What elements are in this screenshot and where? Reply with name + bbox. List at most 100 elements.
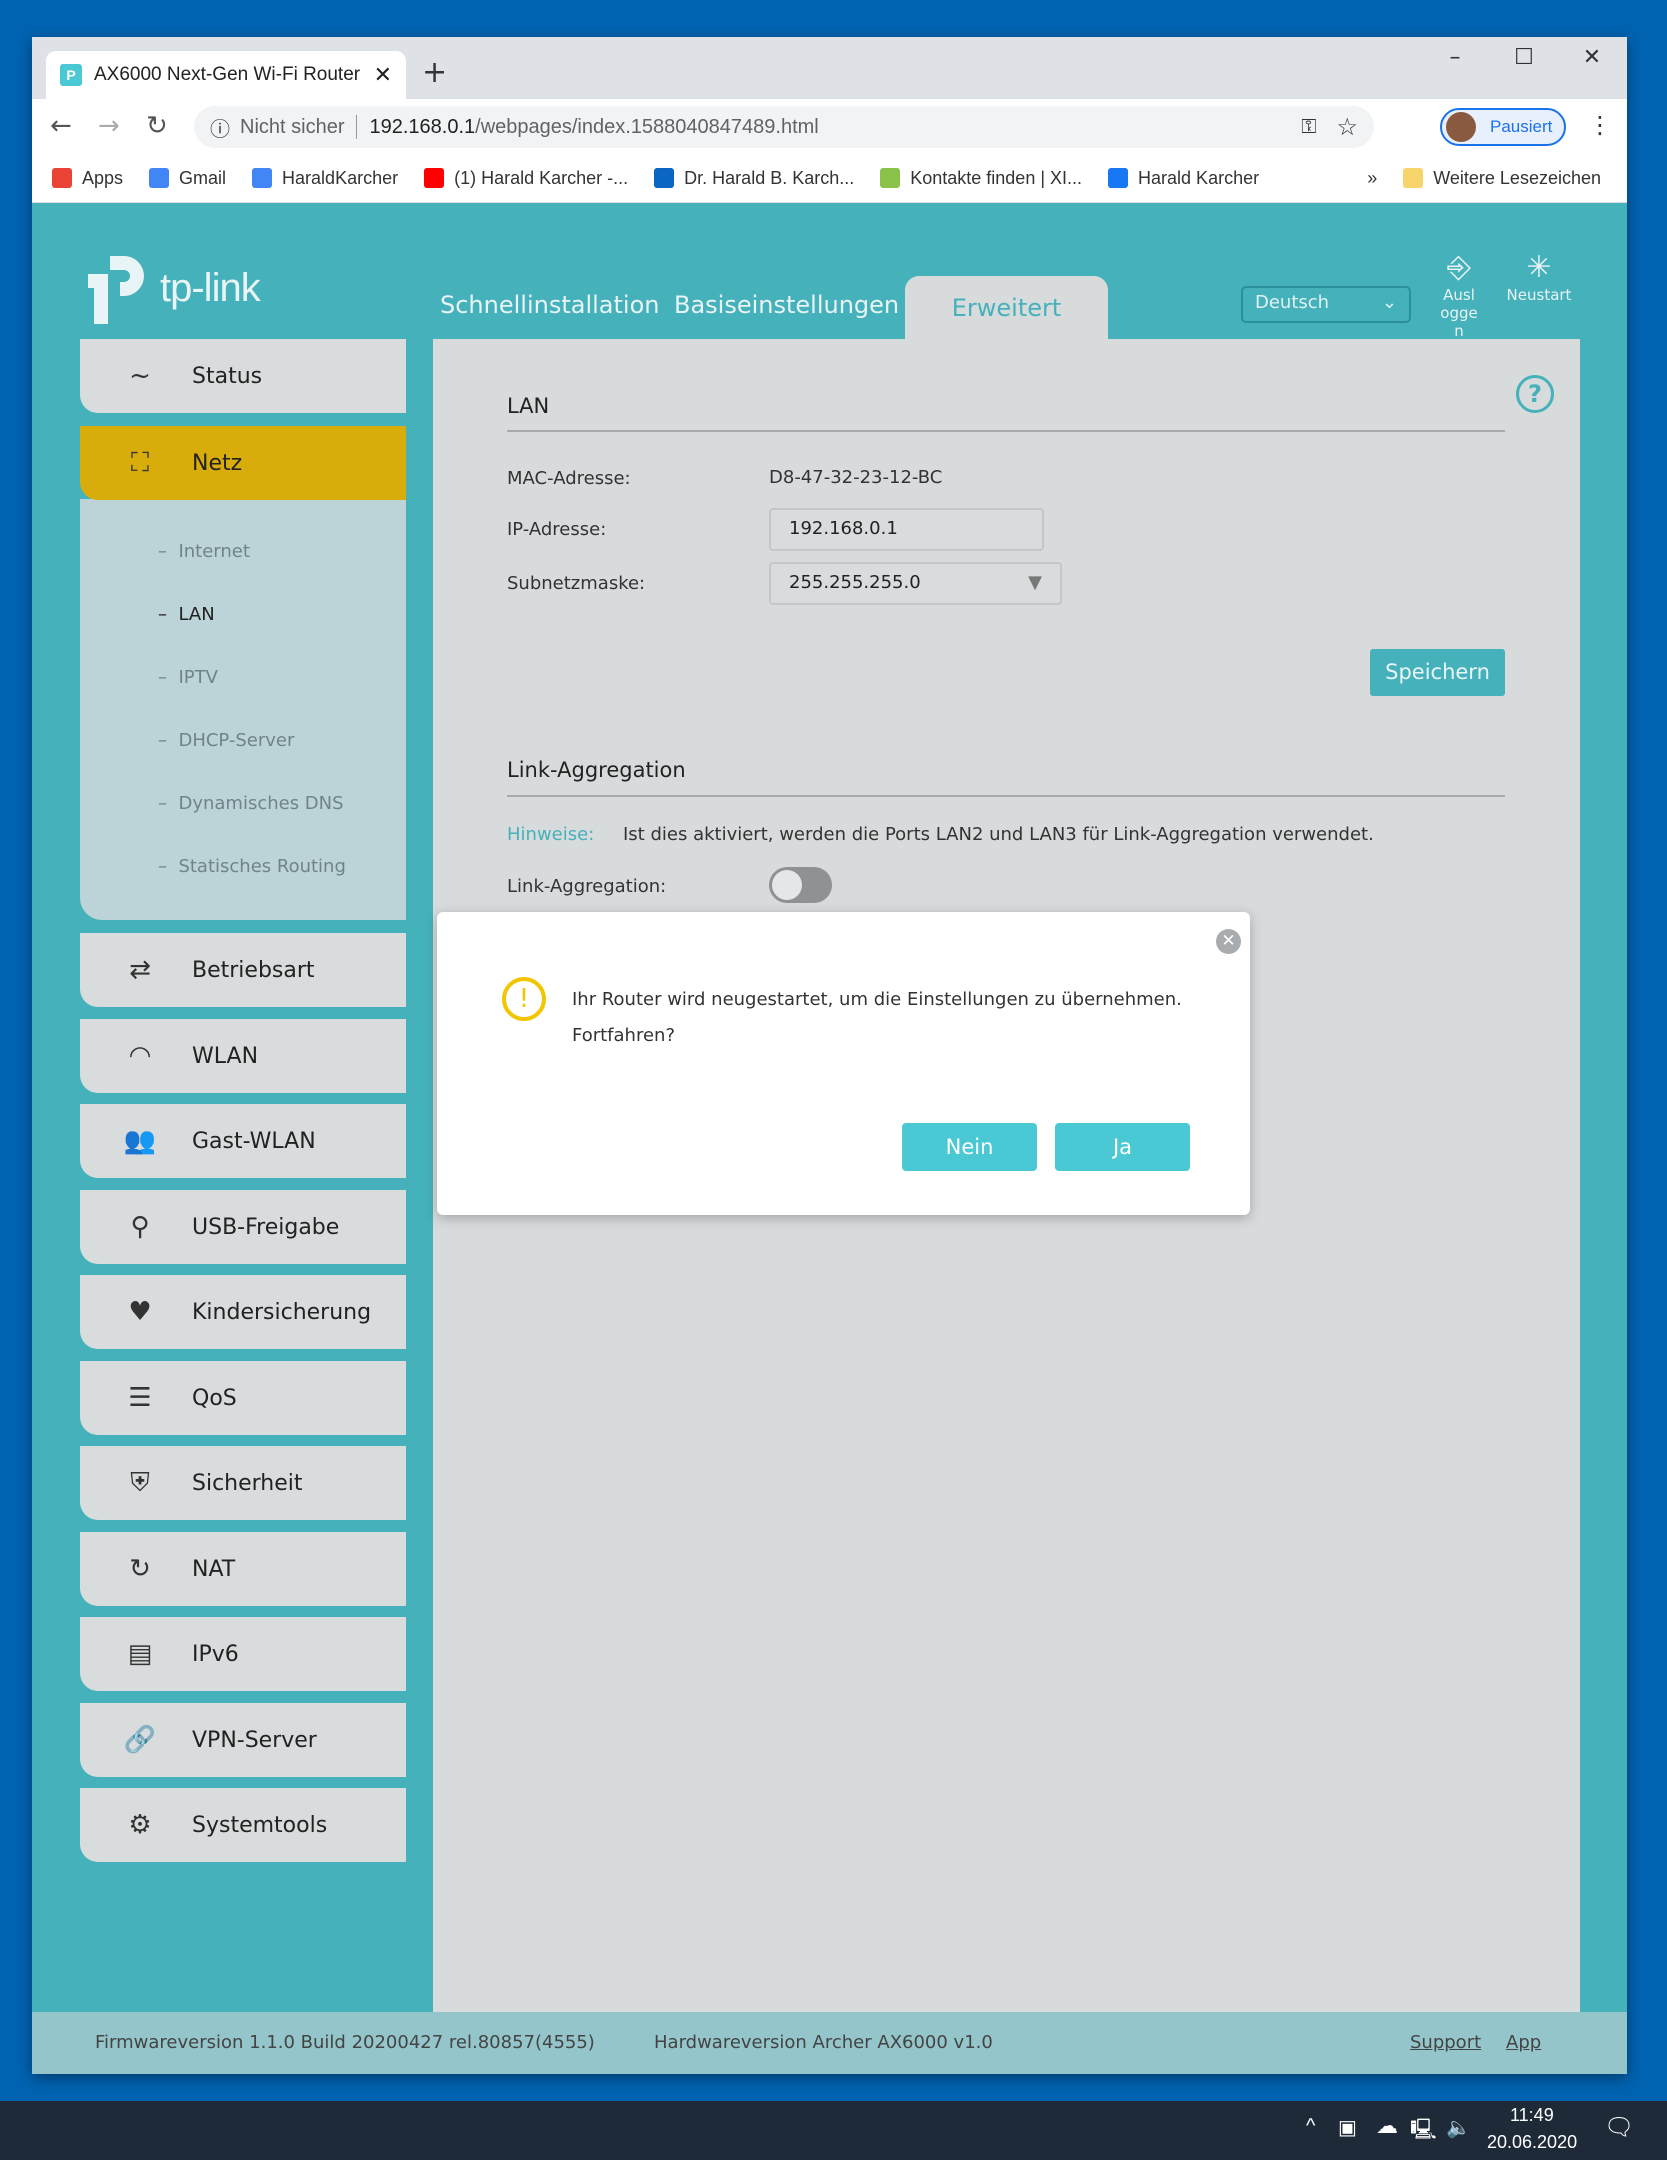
- submenu-item[interactable]: – Statisches Routing: [158, 856, 346, 877]
- sidebar-item-label: Status: [192, 363, 263, 389]
- close-icon[interactable]: ✕: [1216, 929, 1241, 954]
- chevron-down-icon: ⌄: [1381, 292, 1397, 313]
- tab-basiseinstellungen[interactable]: Basiseinstellungen: [674, 291, 899, 319]
- other-bookmarks[interactable]: Weitere Lesezeichen: [1403, 168, 1601, 189]
- language-select[interactable]: Deutsch ⌄: [1241, 286, 1411, 323]
- sidebar-item-label: QoS: [192, 1385, 237, 1411]
- reload-icon[interactable]: ↻: [146, 111, 168, 141]
- yes-button[interactable]: Ja: [1055, 1123, 1190, 1171]
- address-bar-row: ← → ↻ ⓘ Nicht sicher 192.168.0.1/webpage…: [32, 99, 1627, 154]
- linkedin-icon: [654, 168, 675, 188]
- app-link[interactable]: App: [1506, 2032, 1541, 2053]
- logout-button[interactable]: ⎆ Ausloggen: [1424, 250, 1494, 340]
- info-icon[interactable]: ⓘ: [210, 113, 230, 142]
- sidebar-item-label: NAT: [192, 1556, 236, 1582]
- menu-icon[interactable]: ⋮: [1588, 111, 1612, 139]
- router-page: tp-link Schnellinstallation Basiseinstel…: [32, 203, 1627, 2074]
- bookmark-item[interactable]: Gmail: [149, 168, 226, 189]
- sidebar-item-vpn-server[interactable]: 🔗 VPN-Server: [80, 1703, 406, 1777]
- key-icon[interactable]: ⚿: [1301, 116, 1316, 139]
- profile-button[interactable]: Pausiert: [1440, 108, 1566, 146]
- submenu-item[interactable]: – LAN: [158, 604, 215, 625]
- dialog-question: Fortfahren?: [572, 1025, 675, 1046]
- sidebar-item-label: Gast-WLAN: [192, 1128, 316, 1154]
- bookmark-label: HaraldKarcher: [282, 167, 399, 188]
- star-icon[interactable]: ☆: [1336, 113, 1358, 142]
- bookmark-item[interactable]: Dr. Harald B. Karch...: [654, 168, 854, 189]
- brand-text: tp-link: [160, 265, 261, 310]
- tplink-favicon: P: [60, 64, 82, 86]
- sidebar-item-gast-wlan[interactable]: 👥 Gast-WLAN: [80, 1104, 406, 1178]
- new-tab-button[interactable]: +: [422, 55, 447, 90]
- clock-time[interactable]: 11:49: [1510, 2105, 1554, 2126]
- volume-icon[interactable]: 🔈: [1446, 2115, 1471, 2140]
- bookmark-item[interactable]: Apps: [52, 168, 123, 189]
- more-bookmarks-button[interactable]: »: [1367, 168, 1377, 189]
- submenu-item[interactable]: – Internet: [158, 541, 250, 562]
- bookmark-item[interactable]: Harald Karcher: [1108, 168, 1259, 189]
- subnet-mask-select[interactable]: 255.255.255.0 ▼: [769, 562, 1062, 605]
- facebook-icon: [1108, 168, 1129, 188]
- ip-address-input[interactable]: 192.168.0.1: [769, 508, 1044, 551]
- back-icon[interactable]: ←: [50, 111, 72, 141]
- dash: –: [158, 793, 179, 814]
- tab-erweitert[interactable]: Erweitert: [905, 276, 1108, 339]
- sidebar-item-usb-freigabe[interactable]: ⚲ USB-Freigabe: [80, 1190, 406, 1264]
- sidebar-item-label: VPN-Server: [192, 1727, 317, 1753]
- tplink-logo-icon: [88, 256, 144, 324]
- reboot-button[interactable]: ✳ Neustart: [1504, 250, 1574, 304]
- onedrive-icon[interactable]: ☁: [1376, 2113, 1398, 2139]
- forward-icon[interactable]: →: [98, 111, 120, 141]
- usb-freigabe-icon: ⚲: [130, 1212, 150, 1242]
- hint-text: Ist dies aktiviert, werden die Ports LAN…: [623, 824, 1374, 845]
- sidebar-item-netz[interactable]: ⛶ Netz: [80, 426, 406, 500]
- other-bookmarks-label: Weitere Lesezeichen: [1433, 167, 1601, 188]
- close-window-button[interactable]: ✕: [1572, 45, 1612, 70]
- bookmark-item[interactable]: HaraldKarcher: [252, 168, 398, 189]
- vpn-server-icon: 🔗: [123, 1725, 157, 1755]
- bookmark-item[interactable]: (1) Harald Karcher -...: [424, 168, 628, 189]
- url-input[interactable]: ⓘ Nicht sicher 192.168.0.1/webpages/inde…: [194, 106, 1374, 148]
- notifications-icon[interactable]: 🗨: [1604, 2113, 1634, 2142]
- show-hidden-icons[interactable]: ^: [1306, 2115, 1315, 2138]
- submenu-item[interactable]: – Dynamisches DNS: [158, 793, 344, 814]
- browser-tab[interactable]: P AX6000 Next-Gen Wi-Fi Router ✕: [46, 51, 406, 99]
- tab-schnellinstallation[interactable]: Schnellinstallation: [440, 291, 659, 319]
- bookmark-item[interactable]: Kontakte finden | XI...: [880, 168, 1082, 189]
- sidebar-item-kindersicherung[interactable]: ♥ Kindersicherung: [80, 1275, 406, 1349]
- link-aggregation-title: Link-Aggregation: [507, 758, 686, 782]
- mac-label: MAC-Adresse:: [507, 468, 631, 489]
- sidebar-item-qos[interactable]: ☰ QoS: [80, 1361, 406, 1435]
- divider: [356, 115, 358, 139]
- submenu-item[interactable]: – IPTV: [158, 667, 218, 688]
- no-button[interactable]: Nein: [902, 1123, 1037, 1171]
- help-icon[interactable]: ?: [1516, 375, 1554, 413]
- maximize-button[interactable]: ☐: [1504, 45, 1544, 70]
- support-link[interactable]: Support: [1410, 2032, 1481, 2053]
- divider: [507, 430, 1505, 432]
- warning-icon: !: [502, 977, 546, 1021]
- minimize-button[interactable]: –: [1435, 45, 1475, 70]
- status-icon: ~: [129, 361, 151, 391]
- sidebar-item-wlan[interactable]: ◠ WLAN: [80, 1019, 406, 1093]
- sidebar-item-betriebsart[interactable]: ⇄ Betriebsart: [80, 933, 406, 1007]
- sidebar-item-status[interactable]: ~ Status: [80, 339, 406, 413]
- submenu-label: Statisches Routing: [178, 856, 346, 877]
- bookmark-label: Gmail: [179, 167, 227, 188]
- sidebar-item-sicherheit[interactable]: ⛨ Sicherheit: [80, 1446, 406, 1520]
- browser-window: P AX6000 Next-Gen Wi-Fi Router ✕ + – ☐ ✕…: [32, 37, 1627, 2074]
- link-aggregation-label: Link-Aggregation:: [507, 876, 667, 897]
- network-icon[interactable]: 🖳: [1410, 2115, 1437, 2149]
- submenu-item[interactable]: – DHCP-Server: [158, 730, 294, 751]
- apps-grid-icon: [52, 168, 72, 188]
- clock-date[interactable]: 20.06.2020: [1487, 2132, 1577, 2153]
- link-aggregation-toggle[interactable]: [769, 867, 832, 903]
- sidebar-item-nat[interactable]: ↻ NAT: [80, 1532, 406, 1606]
- save-button[interactable]: Speichern: [1370, 649, 1505, 696]
- tray-app-icon[interactable]: ▣: [1338, 2115, 1357, 2140]
- submenu-label: IPTV: [178, 667, 218, 688]
- close-tab-icon[interactable]: ✕: [374, 62, 392, 88]
- bookmark-label: Dr. Harald B. Karch...: [684, 167, 855, 188]
- sidebar-item-systemtools[interactable]: ⚙ Systemtools: [80, 1788, 406, 1862]
- sidebar-item-ipv6[interactable]: ▤ IPv6: [80, 1617, 406, 1691]
